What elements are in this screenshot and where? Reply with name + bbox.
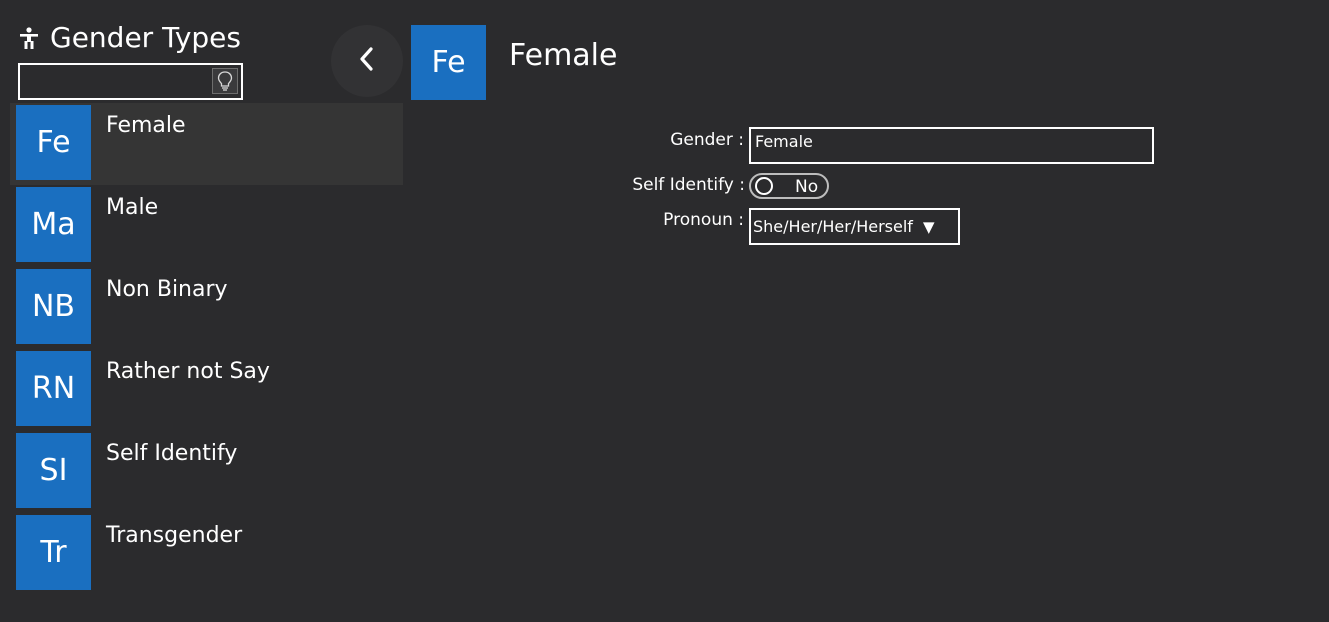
list-item[interactable]: Ma Male [10, 185, 403, 267]
toggle-state: No [795, 177, 819, 197]
pronoun-value: She/Her/Her/Herself [753, 217, 913, 236]
item-label: Male [106, 195, 159, 220]
list-item[interactable]: NB Non Binary [10, 267, 403, 349]
gender-type-list: Fe Female Ma Male NB Non Binary RN Rathe… [10, 103, 403, 595]
app-window: Gender Types Fe Female Ma Male NB Non Bi… [0, 0, 1329, 622]
item-label: Female [106, 113, 186, 138]
list-header: Gender Types [18, 20, 241, 56]
search-box [18, 63, 243, 100]
list-item[interactable]: Fe Female [10, 103, 403, 185]
list-item[interactable]: Tr Transgender [10, 513, 403, 595]
self-identify-label: Self Identify : [632, 175, 745, 195]
person-standing-icon [18, 26, 40, 50]
pronoun-select[interactable]: She/Her/Her/Herself ▼ [749, 208, 960, 245]
item-tile: Tr [16, 515, 91, 590]
item-tile: SI [16, 433, 91, 508]
item-tile: Ma [16, 187, 91, 262]
detail-tile: Fe [411, 25, 486, 100]
item-label: Self Identify [106, 441, 238, 466]
list-item[interactable]: SI Self Identify [10, 431, 403, 513]
back-button[interactable] [331, 25, 403, 97]
gender-label: Gender : [670, 130, 744, 150]
search-input[interactable] [20, 65, 210, 98]
page-title: Gender Types [50, 21, 241, 54]
pronoun-label: Pronoun : [663, 210, 744, 230]
item-tile: NB [16, 269, 91, 344]
list-item[interactable]: RN Rather not Say [10, 349, 403, 431]
detail-title: Female [509, 38, 618, 73]
item-label: Transgender [106, 523, 243, 548]
toggle-knob [755, 177, 773, 195]
dropdown-arrow-icon: ▼ [922, 217, 935, 236]
item-tile: RN [16, 351, 91, 426]
item-label: Rather not Say [106, 359, 270, 384]
lightbulb-icon[interactable] [212, 68, 238, 94]
gender-field[interactable] [749, 127, 1154, 164]
item-tile: Fe [16, 105, 91, 180]
self-identify-toggle[interactable]: No [749, 173, 829, 199]
chevron-left-icon [357, 46, 377, 76]
item-label: Non Binary [106, 277, 228, 302]
